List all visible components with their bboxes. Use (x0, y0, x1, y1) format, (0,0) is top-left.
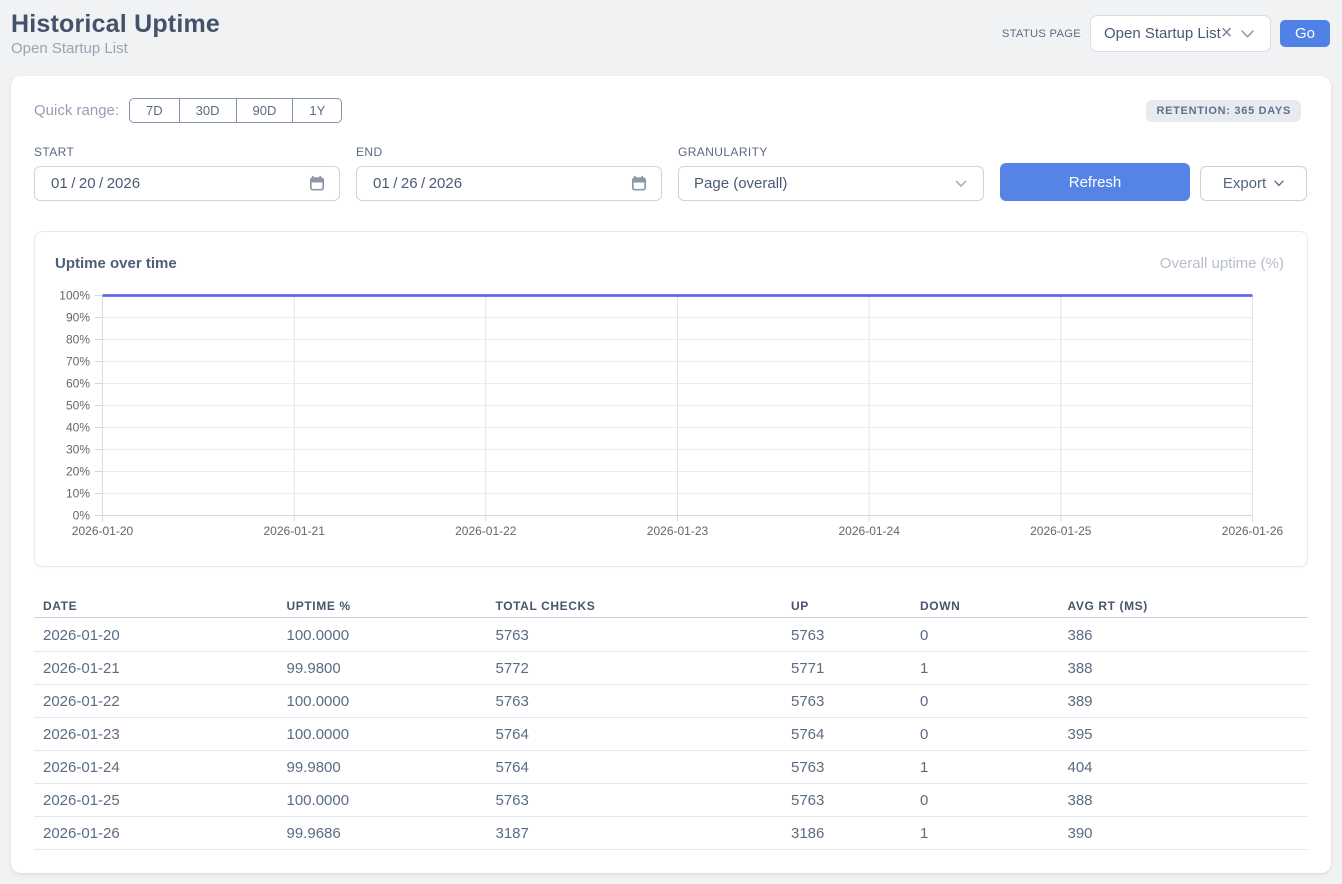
svg-text:2026-01-25: 2026-01-25 (1030, 524, 1092, 538)
svg-text:60%: 60% (66, 376, 90, 390)
svg-text:50%: 50% (66, 398, 90, 412)
svg-text:2026-01-23: 2026-01-23 (647, 524, 709, 538)
svg-text:2026-01-22: 2026-01-22 (455, 524, 517, 538)
svg-text:80%: 80% (66, 332, 90, 346)
svg-text:90%: 90% (66, 310, 90, 324)
svg-text:30%: 30% (66, 442, 90, 456)
svg-text:2026-01-20: 2026-01-20 (72, 524, 134, 538)
svg-text:0%: 0% (73, 508, 91, 522)
svg-text:40%: 40% (66, 420, 90, 434)
svg-text:70%: 70% (66, 354, 90, 368)
svg-text:10%: 10% (66, 486, 90, 500)
svg-text:100%: 100% (59, 288, 90, 302)
svg-text:2026-01-26: 2026-01-26 (1222, 524, 1284, 538)
svg-text:2026-01-24: 2026-01-24 (839, 524, 901, 538)
svg-text:2026-01-21: 2026-01-21 (264, 524, 326, 538)
svg-text:20%: 20% (66, 464, 90, 478)
